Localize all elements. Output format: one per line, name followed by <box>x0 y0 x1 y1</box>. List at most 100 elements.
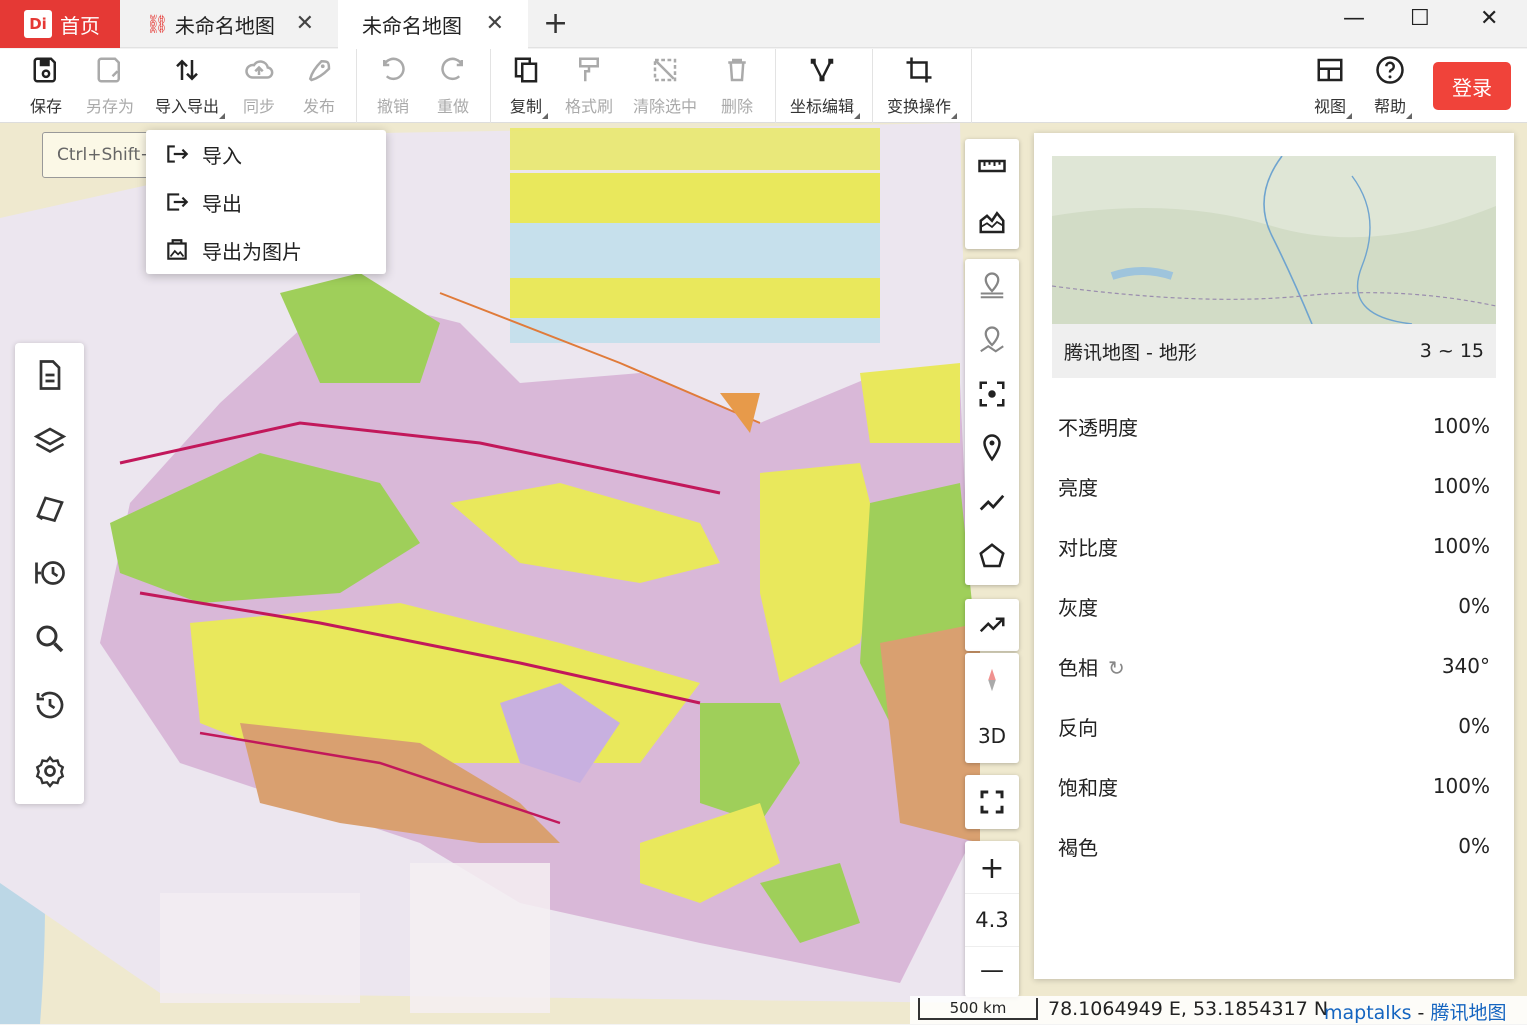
import-export-icon <box>176 59 198 81</box>
marker-route-icon[interactable] <box>965 313 1019 367</box>
property-value[interactable]: 100% <box>1433 414 1490 438</box>
image-icon <box>167 239 187 260</box>
view-button[interactable]: 视图 <box>1314 55 1353 119</box>
menu-item-label: 导入 <box>202 143 242 168</box>
help-button[interactable]: 帮助 <box>1374 55 1413 119</box>
delete-button[interactable]: 删除 <box>721 55 753 117</box>
hue-row[interactable]: 色相 ↻ 340° <box>1058 646 1490 686</box>
main-toolbar: 保存 另存为 导入导出 同步 发布 撤销 重做 复制 格式刷 清除选中 删除 坐… <box>0 49 1527 123</box>
document-icon[interactable] <box>32 357 68 393</box>
contrast-row[interactable]: 对比度 100% <box>1058 526 1490 566</box>
point-marker-icon[interactable] <box>965 421 1019 475</box>
zoom-out-button[interactable]: — <box>965 943 1019 997</box>
menu-item-export-image[interactable]: 导出为图片 <box>146 226 386 274</box>
clear-selection-button[interactable]: 清除选中 <box>633 55 697 117</box>
redo-icon <box>441 57 463 81</box>
delete-label: 删除 <box>721 97 754 116</box>
property-value[interactable]: 100% <box>1433 534 1490 558</box>
sync-button[interactable]: 同步 <box>243 55 275 117</box>
help-label: 帮助 <box>1374 97 1407 116</box>
property-value[interactable]: 340° <box>1442 654 1490 678</box>
map-book-icon[interactable] <box>32 489 68 525</box>
scale-bar: 500 km <box>918 998 1038 1020</box>
sepia-row[interactable]: 褐色 0% <box>1058 826 1490 866</box>
ruler-icon[interactable] <box>965 139 1019 193</box>
trend-tool-group <box>965 599 1019 651</box>
close-tab-icon[interactable]: ✕ <box>486 11 504 36</box>
close-window-button[interactable]: ✕ <box>1480 6 1498 31</box>
grayscale-row[interactable]: 灰度 0% <box>1058 586 1490 626</box>
terrain-profile-icon[interactable] <box>965 195 1019 249</box>
copy-icon <box>514 57 538 83</box>
polyline-icon[interactable] <box>965 475 1019 529</box>
search-icon[interactable] <box>32 621 68 657</box>
property-value[interactable]: 100% <box>1433 774 1490 798</box>
coord-edit-label: 坐标编辑 <box>790 97 855 116</box>
property-value[interactable]: 0% <box>1458 834 1490 858</box>
basemap-thumbnail[interactable]: 腾讯地图 - 地形 3 ~ 15 <box>1051 155 1497 378</box>
measure-tool-group <box>965 139 1019 249</box>
attribution-maptalks[interactable]: maptalks <box>1324 1002 1412 1024</box>
tab-label: 未命名地图 <box>174 13 275 38</box>
home-tab[interactable]: Di 首页 <box>0 0 120 48</box>
timeline-icon[interactable] <box>32 555 68 591</box>
compass-icon[interactable] <box>965 653 1019 707</box>
history-icon[interactable] <box>32 687 68 723</box>
minimize-button[interactable]: — <box>1343 6 1365 31</box>
map-canvas[interactable]: Ctrl+Shift+S 导入 导出 导出为图片 3D + 4.3 — 腾讯地图… <box>0 123 1527 1024</box>
undo-button[interactable]: 撤销 <box>377 55 409 117</box>
transform-button[interactable]: 变换操作 <box>887 55 958 119</box>
settings-gear-icon[interactable] <box>32 753 68 789</box>
login-button[interactable]: 登录 <box>1433 62 1511 110</box>
coord-edit-button[interactable]: 坐标编辑 <box>790 55 861 119</box>
clear-selection-icon <box>653 58 677 82</box>
opacity-row[interactable]: 不透明度 100% <box>1058 406 1490 446</box>
property-value[interactable]: 0% <box>1458 714 1490 738</box>
help-icon <box>1376 56 1404 84</box>
trend-chart-icon[interactable] <box>965 599 1019 651</box>
saturation-row[interactable]: 饱和度 100% <box>1058 766 1490 806</box>
dropdown-corner-icon <box>219 113 226 119</box>
tab-map-1[interactable]: ⛓ 未命名地图 ✕ <box>120 0 338 48</box>
tab-map-2-active[interactable]: 未命名地图 ✕ <box>338 0 528 49</box>
save-as-button[interactable]: 另存为 <box>86 55 134 117</box>
marker-layer-icon[interactable] <box>965 259 1019 313</box>
invert-row[interactable]: 反向 0% <box>1058 706 1490 746</box>
property-label: 灰度 <box>1058 595 1098 620</box>
import-export-label: 导入导出 <box>155 97 220 116</box>
copy-button[interactable]: 复制 <box>510 55 549 119</box>
layout-icon <box>1317 58 1343 82</box>
unsynced-icon: ⛓ <box>146 13 169 35</box>
brightness-row[interactable]: 亮度 100% <box>1058 466 1490 506</box>
reset-icon[interactable]: ↻ <box>1108 656 1125 680</box>
new-tab-button[interactable]: + <box>543 6 568 41</box>
zoom-in-button[interactable]: + <box>965 841 1019 895</box>
maximize-button[interactable]: ☐ <box>1410 6 1430 31</box>
fullscreen-icon[interactable] <box>965 775 1019 829</box>
menu-item-label: 导出 <box>202 191 242 216</box>
redo-button[interactable]: 重做 <box>437 55 469 117</box>
app-logo: Di <box>24 10 52 38</box>
toolbar-divider <box>356 49 357 123</box>
format-brush-button[interactable]: 格式刷 <box>565 55 613 117</box>
import-export-button[interactable]: 导入导出 <box>155 55 226 119</box>
attribution-tencent[interactable]: 腾讯地图 <box>1430 1002 1506 1024</box>
basemap-zoom-range: 3 ~ 15 <box>1419 340 1484 362</box>
draw-tool-group <box>965 259 1019 585</box>
publish-label: 发布 <box>303 97 336 116</box>
dropdown-corner-icon <box>854 113 861 119</box>
menu-item-label: 导出为图片 <box>202 239 302 264</box>
focus-icon[interactable] <box>965 367 1019 421</box>
save-button[interactable]: 保存 <box>30 55 62 117</box>
publish-button[interactable]: 发布 <box>303 55 335 117</box>
sync-label: 同步 <box>243 97 276 116</box>
property-label: 饱和度 <box>1058 775 1118 800</box>
polygon-icon[interactable] <box>965 529 1019 583</box>
close-tab-icon[interactable]: ✕ <box>296 11 314 36</box>
layers-icon[interactable] <box>32 423 68 459</box>
3d-toggle-button[interactable]: 3D <box>965 709 1019 763</box>
property-value[interactable]: 100% <box>1433 474 1490 498</box>
menu-item-export[interactable]: 导出 <box>146 178 386 226</box>
menu-item-import[interactable]: 导入 <box>146 130 386 178</box>
property-value[interactable]: 0% <box>1458 594 1490 618</box>
